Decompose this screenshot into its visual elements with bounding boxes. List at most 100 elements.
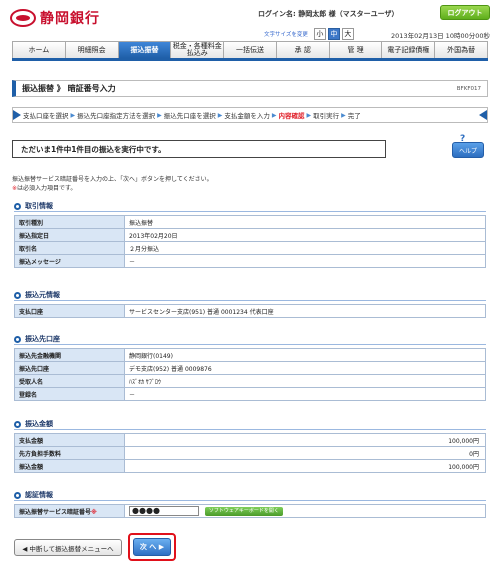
font-size-small-button[interactable]: 小 bbox=[313, 28, 326, 40]
required-note: は必須入力項目です。 bbox=[17, 185, 77, 192]
back-to-transfer-menu-button[interactable]: ◀ 中断して振込振替メニューへ bbox=[14, 539, 122, 556]
steps-right-arrow-icon bbox=[479, 110, 487, 120]
tab-electronic-claims[interactable]: 電子記録債権 bbox=[382, 41, 436, 58]
row-value: サービスセンター支店(951) 普通 0001234 代表口座 bbox=[124, 304, 486, 318]
instructions: 振込振替サービス暗証番号を入力の上、「次へ」ボタンを押してください。 ※は必須入… bbox=[12, 175, 213, 193]
step-separator-icon: ▶ bbox=[306, 111, 312, 119]
section-heading-auth: 認証情報 bbox=[14, 490, 53, 500]
login-name: ログイン名: 静岡太郎 様（マスターユーザ） bbox=[258, 10, 399, 18]
step-separator-icon: ▶ bbox=[271, 111, 277, 119]
tab-transfer[interactable]: 振込振替 bbox=[118, 41, 172, 58]
row-value: 静岡銀行(0149) bbox=[124, 348, 486, 362]
step-separator-icon: ▶ bbox=[157, 111, 162, 119]
tab-bulk-transfer[interactable]: 一括伝送 bbox=[224, 41, 277, 58]
progress-steps: 支払口座を選択 ▶ 振込先口座指定方法を選択 ▶ 振込先口座を選択 ▶ 支払金額を入力… bbox=[12, 107, 488, 123]
step-item: 振込先口座指定方法を選択 bbox=[77, 112, 156, 120]
step-separator-icon: ▶ bbox=[70, 111, 76, 119]
table-row: 支払金額 100,000円 bbox=[14, 433, 486, 447]
row-label: 先方負担手数料 bbox=[14, 446, 125, 460]
logout-button[interactable]: ログアウト bbox=[440, 5, 490, 20]
tab-foreign-exchange[interactable]: 外国為替 bbox=[435, 41, 489, 58]
section-title: 認証情報 bbox=[25, 491, 53, 499]
row-label: 支払口座 bbox=[14, 304, 125, 318]
row-label: 登録名 bbox=[14, 387, 125, 401]
section-bullet-icon bbox=[14, 420, 21, 428]
bank-name: 静岡銀行 bbox=[40, 11, 100, 27]
row-value: ●●●● ソフトウェアキーボードを開く bbox=[124, 504, 486, 518]
step-item: 支払金額を入力 bbox=[224, 112, 270, 120]
section-bullet-icon bbox=[14, 202, 21, 210]
table-row: 振込金額 100,000円 bbox=[14, 459, 486, 473]
transaction-table: 取引種別 振込振替 振込指定日 2013年02月20日 取引名 ２月分振込 振込メッセ… bbox=[14, 215, 486, 268]
software-keyboard-button[interactable]: ソフトウェアキーボードを開く bbox=[204, 506, 283, 516]
font-size-large-button[interactable]: 大 bbox=[341, 28, 354, 40]
section-heading-source: 振込元情報 bbox=[14, 290, 60, 300]
section-title: 振込金額 bbox=[25, 420, 53, 428]
section-title: 振込元情報 bbox=[25, 291, 60, 299]
step-item: 振込先口座を選択 bbox=[163, 112, 216, 120]
next-button-highlight: 次 へ ▶ bbox=[128, 533, 176, 561]
table-row: 振込振替サービス暗証番号※ ●●●● ソフトウェアキーボードを開く bbox=[14, 504, 486, 518]
row-value: 100,000円 bbox=[124, 459, 486, 473]
table-row: 先方負担手数料 0円 bbox=[14, 446, 486, 460]
row-label: 振込先口座 bbox=[14, 361, 125, 375]
section-divider bbox=[14, 500, 486, 501]
step-separator-icon: ▶ bbox=[341, 111, 346, 119]
tab-tax-payment[interactable]: 税金・各種料金払込み bbox=[171, 41, 225, 58]
tab-home[interactable]: ホーム bbox=[12, 41, 66, 58]
step-item: 取引実行 bbox=[313, 112, 340, 120]
table-row: 振込指定日 2013年02月20日 bbox=[14, 228, 486, 242]
row-value: ﾊｽﾞｵｶ ｻﾌﾞﾛｳ bbox=[124, 374, 486, 388]
row-value: 0円 bbox=[124, 446, 486, 460]
section-heading-amount: 振込金額 bbox=[14, 419, 53, 429]
tab-approval[interactable]: 承 認 bbox=[276, 41, 330, 58]
table-row: 振込先金融機関 静岡銀行(0149) bbox=[14, 348, 486, 362]
logo-mark-icon bbox=[10, 9, 36, 27]
status-notice: ただいま1件中1件目の振込を実行中です。 bbox=[12, 140, 386, 158]
section-bullet-icon bbox=[14, 291, 21, 299]
steps-left-arrow-icon bbox=[13, 110, 21, 120]
step-item: 完了 bbox=[347, 112, 361, 120]
page-title-bar: 振込振替 》 暗証番号入力 BFKF017 bbox=[12, 80, 488, 97]
table-row: 振込先口座 デモ支店(952) 普通 0009876 bbox=[14, 361, 486, 375]
help-button[interactable]: ヘルプ bbox=[452, 142, 484, 158]
table-row: 支払口座 サービスセンター支店(951) 普通 0001234 代表口座 bbox=[14, 304, 486, 318]
row-value: ２月分振込 bbox=[124, 241, 486, 255]
destination-table: 振込先金融機関 静岡銀行(0149) 振込先口座 デモ支店(952) 普通 0009… bbox=[14, 348, 486, 401]
tab-management[interactable]: 管 理 bbox=[329, 41, 383, 58]
page-title: 振込振替 》 暗証番号入力 bbox=[22, 84, 116, 93]
bank-logo: 静岡銀行 bbox=[10, 8, 100, 28]
row-label: 振込メッセージ bbox=[14, 254, 125, 268]
section-bullet-icon bbox=[14, 491, 21, 499]
row-label: 支払金額 bbox=[14, 433, 125, 447]
auth-table: 振込振替サービス暗証番号※ ●●●● ソフトウェアキーボードを開く bbox=[14, 504, 486, 518]
tab-statements[interactable]: 明細照会 bbox=[65, 41, 119, 58]
section-bullet-icon bbox=[14, 335, 21, 343]
source-table: 支払口座 サービスセンター支店(951) 普通 0001234 代表口座 bbox=[14, 304, 486, 318]
step-separator-icon: ▶ bbox=[217, 111, 223, 119]
section-title: 振込先口座 bbox=[25, 335, 60, 343]
section-divider bbox=[14, 211, 486, 212]
table-row: 受取人名 ﾊｽﾞｵｶ ｻﾌﾞﾛｳ bbox=[14, 374, 486, 388]
row-label: 振込先金融機関 bbox=[14, 348, 125, 362]
section-title: 取引情報 bbox=[25, 202, 53, 210]
row-label: 受取人名 bbox=[14, 374, 125, 388]
section-divider bbox=[14, 344, 486, 345]
next-button[interactable]: 次 へ ▶ bbox=[133, 538, 171, 556]
password-input[interactable]: ●●●● bbox=[129, 506, 199, 516]
font-size-switcher: 文字サイズを変更 小 中 大 bbox=[264, 28, 354, 40]
row-value: デモ支店(952) 普通 0009876 bbox=[124, 361, 486, 375]
row-value: 振込振替 bbox=[124, 215, 486, 229]
table-row: 取引名 ２月分振込 bbox=[14, 241, 486, 255]
row-label: 振込指定日 bbox=[14, 228, 125, 242]
instruction-line: ※は必須入力項目です。 bbox=[12, 184, 213, 193]
table-row: 取引種別 振込振替 bbox=[14, 215, 486, 229]
table-row: 振込メッセージ－ bbox=[14, 254, 486, 268]
section-divider bbox=[14, 429, 486, 430]
row-label: 振込振替サービス暗証番号※ bbox=[14, 504, 125, 518]
font-size-label: 文字サイズを変更 bbox=[264, 32, 308, 38]
current-datetime: 2013年02月13日 10時00分00秒 bbox=[391, 32, 490, 40]
font-size-medium-button[interactable]: 中 bbox=[327, 28, 340, 40]
row-label: 取引名 bbox=[14, 241, 125, 255]
section-heading-transaction: 取引情報 bbox=[14, 201, 53, 211]
